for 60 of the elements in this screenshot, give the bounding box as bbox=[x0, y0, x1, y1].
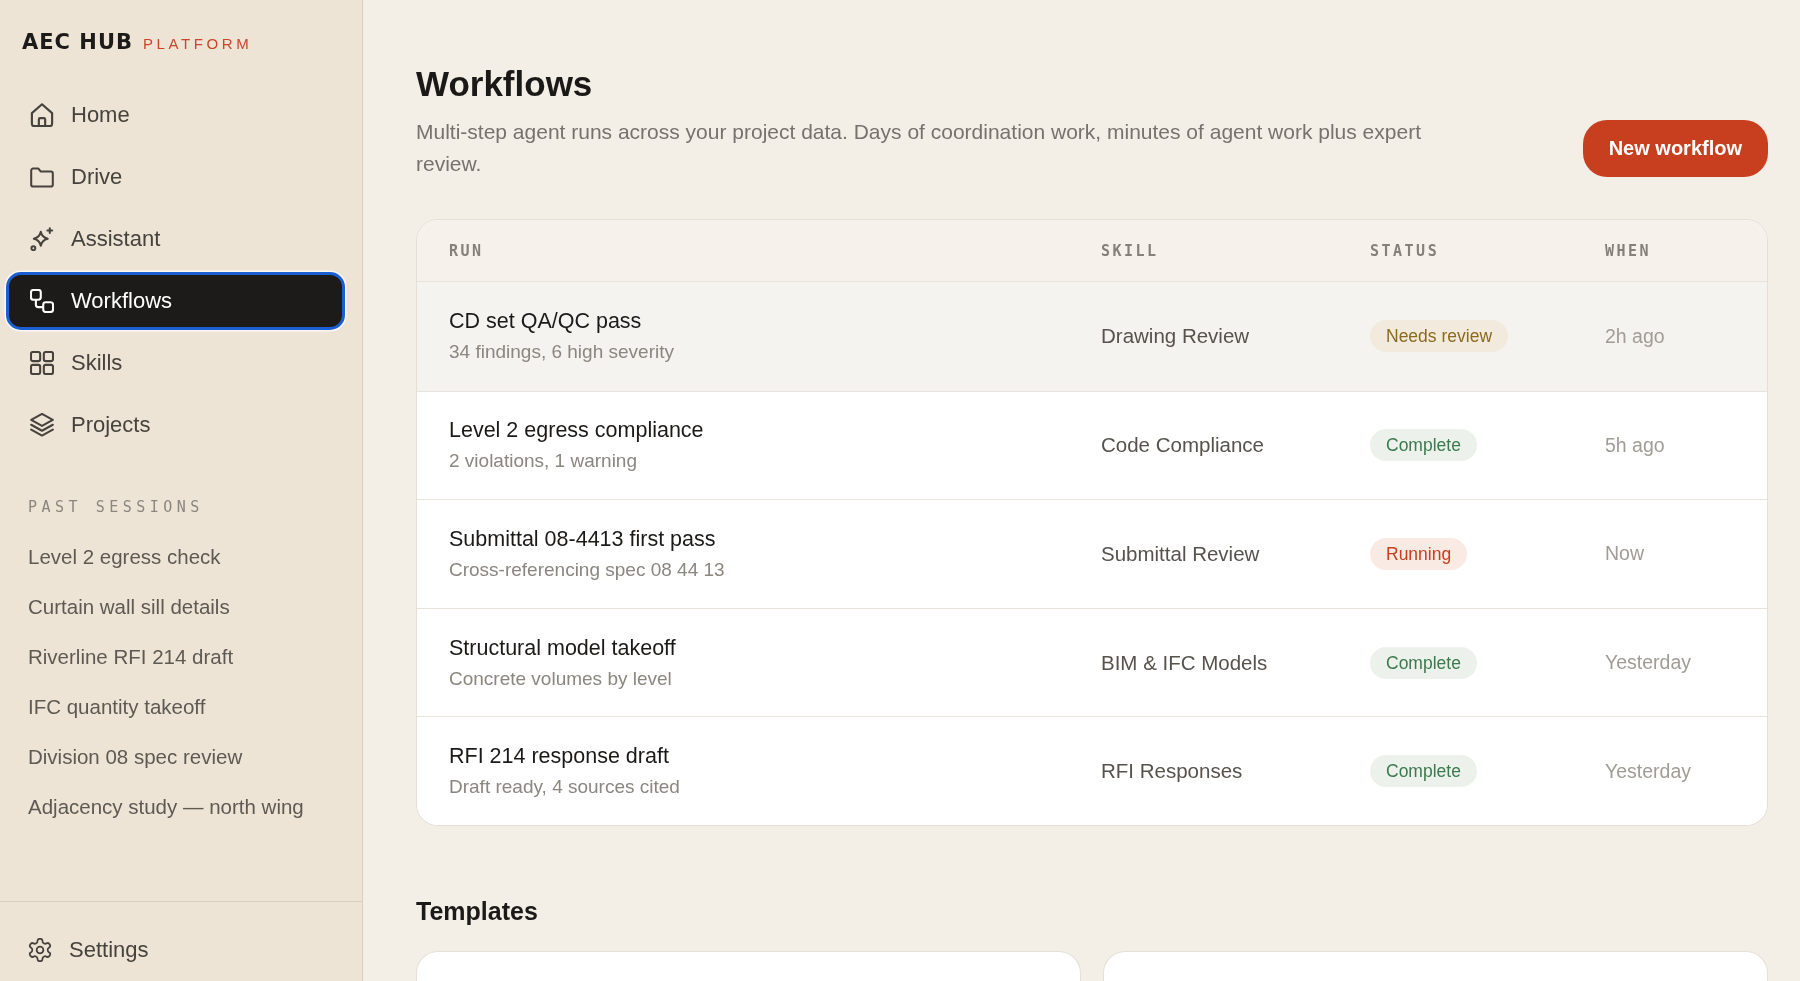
nav-item[interactable]: Home bbox=[6, 86, 345, 144]
column-header: STATUS bbox=[1370, 241, 1440, 260]
skill-cell: Submittal Review bbox=[1101, 542, 1260, 566]
layers-icon bbox=[30, 413, 54, 437]
nav-item[interactable]: Drive bbox=[6, 148, 345, 206]
run-detail: Concrete volumes by level bbox=[449, 666, 672, 691]
table-row[interactable]: RFI 214 response draft Draft ready, 4 sources cited RFI Responses Complete Yesterday bbox=[417, 716, 1767, 825]
run-detail: Draft ready, 4 sources cited bbox=[449, 775, 680, 800]
session-link[interactable]: Division 08 spec review bbox=[28, 732, 345, 782]
run-title: RFI 214 response draft bbox=[449, 743, 669, 771]
skill-cell: Code Compliance bbox=[1101, 433, 1264, 458]
run-detail: 2 violations, 1 warning bbox=[449, 449, 637, 474]
column-header: RUN bbox=[449, 241, 484, 260]
session-link[interactable]: Level 2 egress check bbox=[28, 532, 345, 582]
grid-icon bbox=[30, 351, 54, 375]
section-heading: Templates bbox=[416, 895, 538, 926]
session-link[interactable]: IFC quantity takeoff bbox=[28, 682, 345, 732]
when-cell: Yesterday bbox=[1605, 651, 1691, 675]
logo-tagline: PLATFORM bbox=[142, 34, 253, 54]
run-title: Level 2 egress compliance bbox=[449, 417, 704, 445]
nav-item[interactable]: Workflows bbox=[6, 272, 345, 330]
status-badge: Running bbox=[1370, 538, 1468, 570]
page-title: Workflows bbox=[416, 63, 593, 105]
status-badge: Complete bbox=[1370, 646, 1477, 679]
skill-cell: RFI Responses bbox=[1101, 759, 1243, 784]
logo-wordmark: AEC HUB bbox=[22, 29, 133, 56]
template-card[interactable] bbox=[416, 950, 1081, 981]
status-badge: Complete bbox=[1370, 429, 1477, 462]
run-title: CD set QA/QC pass bbox=[449, 308, 642, 336]
run-detail: Cross-referencing spec 08 44 13 bbox=[449, 558, 725, 582]
nav-item[interactable]: Skills bbox=[6, 334, 345, 392]
nav-item[interactable]: Assistant bbox=[6, 210, 345, 268]
status-badge: Needs review bbox=[1370, 320, 1509, 353]
skill-cell: BIM & IFC Models bbox=[1101, 650, 1268, 675]
sparkle-icon bbox=[30, 227, 54, 251]
run-detail: 34 findings, 6 high severity bbox=[449, 340, 674, 365]
skill-cell: Drawing Review bbox=[1101, 324, 1250, 349]
run-title: Structural model takeoff bbox=[449, 634, 676, 662]
section-label: PAST SESSIONS bbox=[28, 497, 205, 517]
page-description: Multi-step agent runs across your project data. Days of coordination work, minutes of agent work plus expert review. bbox=[416, 119, 1422, 177]
folder-icon bbox=[30, 165, 54, 189]
when-cell: 5h ago bbox=[1605, 433, 1665, 457]
when-cell: Yesterday bbox=[1605, 759, 1691, 783]
settings-icon bbox=[28, 938, 52, 962]
table-row[interactable]: CD set QA/QC pass 34 findings, 6 high severity Drawing Review Needs review 2h ago bbox=[417, 282, 1767, 391]
session-link[interactable]: Riverline RFI 214 draft bbox=[28, 632, 345, 682]
new-workflow-button[interactable]: New workflow bbox=[1582, 119, 1768, 177]
home-icon bbox=[30, 103, 54, 127]
settings-item[interactable]: Settings bbox=[4, 921, 152, 979]
nav-item[interactable]: Projects bbox=[6, 396, 345, 454]
column-header: SKILL bbox=[1101, 241, 1159, 260]
connected-squares-icon bbox=[30, 289, 54, 313]
column-header: WHEN bbox=[1605, 241, 1652, 260]
session-link[interactable]: Adjacency study — north wing bbox=[28, 782, 345, 832]
when-cell: Now bbox=[1605, 542, 1644, 566]
session-link[interactable]: Curtain wall sill details bbox=[28, 582, 345, 632]
template-card[interactable] bbox=[1103, 950, 1768, 981]
status-badge: Complete bbox=[1370, 755, 1477, 788]
when-cell: 2h ago bbox=[1605, 324, 1665, 348]
run-title: Submittal 08-4413 first pass bbox=[449, 526, 716, 553]
